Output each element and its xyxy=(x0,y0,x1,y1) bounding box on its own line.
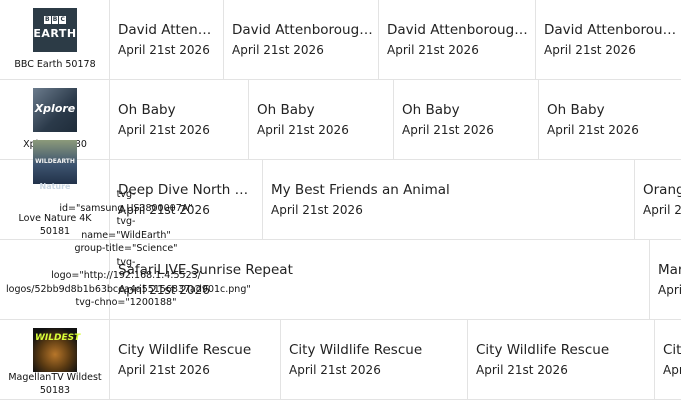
program-cell[interactable]: My Best Friends an Animal April 21st 202… xyxy=(263,160,635,240)
program-cell[interactable]: David Attenborough... April 21st 2026 xyxy=(379,0,536,80)
program-cell[interactable]: Oh Baby April 21st 2026 xyxy=(110,80,249,160)
channel-row: B B C EARTH BBC Earth 50178 David Attenb… xyxy=(0,0,681,80)
program-title: Oh Baby xyxy=(257,102,315,118)
program-cell[interactable]: City Wildlife Rescue April 21st 2026 xyxy=(110,320,281,400)
program-date: April 21st 2026 xyxy=(476,363,568,377)
logo-subtext: Nature xyxy=(39,182,71,191)
logo-text: WILDEARTH xyxy=(35,158,75,165)
program-cell[interactable]: Oh Baby April 21st 2026 xyxy=(249,80,394,160)
channel-row: SafariLIVE Sunrise Repeat April 21st 202… xyxy=(0,240,681,320)
program-date: April 21st 2026 xyxy=(544,43,636,57)
program-title: SafariLIVE Sunrise Repeat xyxy=(118,262,293,278)
channel-name: BBC Earth 50178 xyxy=(14,59,96,70)
program-title: Mar xyxy=(658,262,681,278)
channel-cell[interactable] xyxy=(0,240,110,320)
channel-cell[interactable]: WILDEARTH Nature Love Nature 4K 50181 xyxy=(0,140,110,240)
bbc-earth-logo: B B C EARTH xyxy=(33,8,77,52)
program-title: Oh Baby xyxy=(547,102,605,118)
program-title: City Wildlife Rescue xyxy=(476,342,610,358)
channel-name: Love Nature 4K 50181 xyxy=(18,213,92,237)
program-title: David Attenborough... xyxy=(387,22,532,38)
program-cell[interactable]: City Wildlife Rescue April 21st 2026 xyxy=(281,320,468,400)
program-title: City Wildlife Rescue xyxy=(118,342,252,358)
channel-row: WILDEARTH Nature Love Nature 4K 50181 De… xyxy=(0,140,681,240)
program-cell[interactable]: Orange April 21st 2026 xyxy=(635,160,681,240)
tv-guide: B B C EARTH BBC Earth 50178 David Attenb… xyxy=(0,0,681,401)
wildest-logo: WILDEST xyxy=(33,328,81,372)
program-title: Orange xyxy=(643,182,681,198)
program-date: April 21st 2026 xyxy=(547,123,639,137)
program-cell[interactable]: Mar April 21st 2026 xyxy=(650,240,681,320)
program-date: April 21st 2026 xyxy=(402,123,494,137)
channel-cell[interactable]: WILDEST MagellanTV Wildest 50183 xyxy=(0,320,110,400)
logo-letter: B xyxy=(51,16,59,24)
program-date: April 21st 2026 xyxy=(271,203,363,217)
program-date: April 21st 2026 xyxy=(289,363,381,377)
logo-text: Xplore xyxy=(34,102,76,115)
channel-cell[interactable]: B B C EARTH BBC Earth 50178 xyxy=(0,0,110,80)
program-date: April 21st 2026 xyxy=(643,203,681,217)
program-cell[interactable]: David Attenborough... April 21st 2026 xyxy=(536,0,681,80)
channel-row: WILDEST MagellanTV Wildest 50183 City Wi… xyxy=(0,320,681,400)
program-date: April 21st 2026 xyxy=(658,283,681,297)
logo-letter: B xyxy=(44,16,51,24)
program-cell[interactable]: David Attenborough... April 21st 2026 xyxy=(110,0,224,80)
logo-text: EARTH xyxy=(33,27,77,40)
program-cell[interactable]: Oh Baby April 21st 2026 xyxy=(539,80,681,160)
program-date: April 21st 2026 xyxy=(118,123,210,137)
program-title: Deep Dive North A... xyxy=(118,182,253,198)
program-cell[interactable]: City Wildlife Rescue April 21st 2026 xyxy=(468,320,655,400)
program-date: April 21st 2026 xyxy=(118,43,210,57)
program-date: April 21st 2026 xyxy=(663,363,681,377)
program-cell[interactable]: David Attenborough... April 21st 2026 xyxy=(224,0,379,80)
wildearth-logo: WILDEARTH Nature xyxy=(33,140,77,191)
channel-row: Xplore Xplore 50180 Oh Baby April 21st 2… xyxy=(0,80,681,160)
program-date: April 21st 2026 xyxy=(232,43,324,57)
program-cell[interactable]: SafariLIVE Sunrise Repeat April 21st 202… xyxy=(110,240,650,320)
program-cell[interactable]: Oh Baby April 21st 2026 xyxy=(394,80,539,160)
program-title: Oh Baby xyxy=(118,102,176,118)
program-title: Oh Baby xyxy=(402,102,460,118)
program-date: April 21st 2026 xyxy=(118,203,210,217)
program-date: April 21st 2026 xyxy=(118,363,210,377)
program-title: David Attenborough... xyxy=(118,22,218,38)
program-cell[interactable]: Deep Dive North A... April 21st 2026 xyxy=(110,160,263,240)
program-title: City xyxy=(663,342,681,358)
program-title: David Attenborough... xyxy=(232,22,375,38)
program-date: April 21st 2026 xyxy=(387,43,479,57)
program-title: My Best Friends an Animal xyxy=(271,182,450,198)
program-title: City Wildlife Rescue xyxy=(289,342,423,358)
xplore-logo: Xplore xyxy=(33,88,77,132)
program-cell[interactable]: City April 21st 2026 xyxy=(655,320,681,400)
logo-letter: C xyxy=(59,16,67,24)
program-date: April 21st 2026 xyxy=(257,123,349,137)
logo-text: WILDEST xyxy=(35,333,81,343)
program-date: April 21st 2026 xyxy=(118,283,210,297)
program-title: David Attenborough... xyxy=(544,22,681,38)
channel-name: MagellanTV Wildest 50183 xyxy=(8,372,102,396)
